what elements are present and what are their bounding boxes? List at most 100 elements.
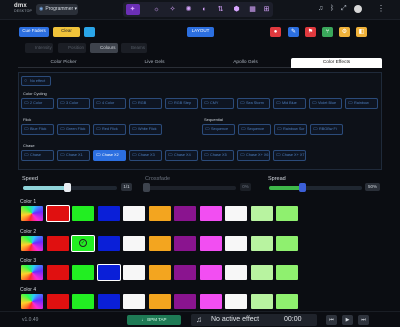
color-swatch[interactable] <box>148 294 171 309</box>
spread-knob[interactable] <box>299 183 307 192</box>
tab-colours[interactable]: Colours <box>90 43 118 53</box>
settings-square-button[interactable] <box>84 27 95 37</box>
effect-button[interactable]: ▭ 4 Color <box>93 98 126 109</box>
color-swatch[interactable] <box>174 236 196 251</box>
tab-live-gels[interactable]: Live Gels <box>109 58 200 68</box>
group-icon[interactable]: ⚑ <box>305 27 316 37</box>
color-swatch[interactable] <box>96 264 121 281</box>
tab-color-effects[interactable]: Color Effects <box>291 58 382 68</box>
effect-button[interactable]: ▭ Chase X+ X6 <box>237 150 270 161</box>
color-swatch[interactable] <box>225 265 247 280</box>
color-swatch[interactable] <box>46 265 69 280</box>
color-swatch[interactable]: ✓ <box>71 235 95 252</box>
effect-button[interactable]: ▭ Sea Storm <box>237 98 270 109</box>
effect-button[interactable]: ▭ Mid Blue <box>273 98 306 109</box>
effect-button[interactable]: ▭ Chase X5 <box>201 150 234 161</box>
color-swatch[interactable] <box>72 206 94 221</box>
tab-position[interactable]: Position <box>58 43 86 53</box>
effect-button[interactable]: ▭ RGB <box>129 98 162 109</box>
crossfade-knob[interactable] <box>143 183 150 192</box>
cue-faders-button[interactable]: Cue Faders <box>19 27 49 37</box>
music-icon[interactable]: ♫ <box>318 5 323 13</box>
more-menu-icon[interactable]: ⋮ <box>377 5 385 13</box>
dimmer-icon[interactable]: ◐ <box>201 6 208 13</box>
effect-button[interactable]: ▭ Red Flick <box>93 124 126 135</box>
effect-button[interactable]: ▭ Sequence <box>202 124 235 135</box>
effect-button[interactable]: ▭ Blue Flick <box>21 124 54 135</box>
color-swatch[interactable] <box>199 265 222 280</box>
effect-button[interactable]: ▭Rainbow Follow <box>345 98 378 109</box>
color-swatch[interactable] <box>199 294 222 309</box>
effect-button[interactable]: ▭Sequence Ba.. <box>238 124 271 135</box>
effect-button[interactable]: ▭ Chase X2 <box>93 150 126 161</box>
tab-intensity[interactable]: Intensity <box>25 43 53 53</box>
grid-icon[interactable]: ⊞ <box>263 6 270 13</box>
color-swatch[interactable] <box>250 265 273 280</box>
tree-icon[interactable]: ⑂ <box>322 27 333 37</box>
expand-icon[interactable]: ⤢ <box>341 5 347 13</box>
effect-button[interactable]: ▭ Violet Blue <box>309 98 342 109</box>
color-swatch[interactable] <box>148 236 171 251</box>
effect-button[interactable]: ▭ Chase X4 <box>165 150 198 161</box>
color-swatch[interactable] <box>276 236 298 251</box>
layout-button[interactable]: LAYOUT <box>187 27 214 37</box>
effect-button[interactable]: ▭ Green Flick <box>57 124 90 135</box>
color-swatch[interactable] <box>46 294 69 309</box>
color-swatch[interactable] <box>97 294 120 309</box>
bpm-tap-button[interactable]: ♩ BPM TAP <box>127 315 181 325</box>
effect-button[interactable]: ▭ RBGBw Fi <box>310 124 343 135</box>
color-swatch[interactable] <box>225 206 247 221</box>
color-swatch[interactable] <box>250 294 273 309</box>
next-icon[interactable]: ⏭ <box>358 315 369 325</box>
color-swatch[interactable] <box>225 294 247 309</box>
clear-button[interactable]: Clear <box>53 27 80 37</box>
effect-button[interactable]: ▭ White Flick <box>129 124 162 135</box>
tab-beams[interactable]: Beams <box>121 43 147 53</box>
spot-icon[interactable]: ✺ <box>185 6 192 13</box>
effect-button[interactable]: ▭ CMY <box>201 98 234 109</box>
color-swatch[interactable] <box>225 236 247 251</box>
color-swatch[interactable] <box>148 206 171 221</box>
tab-apollo-gels[interactable]: Apollo Gels <box>200 58 291 68</box>
color-swatch[interactable] <box>276 206 298 221</box>
effect-button[interactable]: ▭ 2 Color <box>21 98 54 109</box>
color-swatch[interactable] <box>123 236 145 251</box>
bluetooth-icon[interactable]: ᛒ <box>330 5 334 13</box>
color-swatch[interactable] <box>276 265 298 280</box>
color-swatch[interactable] <box>97 206 120 221</box>
record-icon[interactable]: ● <box>270 27 281 37</box>
color-swatch[interactable] <box>123 265 145 280</box>
effect-button[interactable]: ▭ Chase <box>21 150 54 161</box>
effect-button[interactable]: ▭ RGB Step <box>165 98 198 109</box>
keypad-icon[interactable]: ▦ <box>249 6 256 13</box>
color-swatch[interactable] <box>72 265 94 280</box>
tab-color-picker[interactable]: Color Picker <box>18 58 109 68</box>
gear-icon[interactable]: ⚙ <box>339 27 350 37</box>
color-swatch[interactable] <box>45 205 70 222</box>
effect-button[interactable]: ▭ 3 Color <box>57 98 90 109</box>
color-swatch[interactable] <box>72 294 94 309</box>
color-swatch[interactable] <box>174 206 196 221</box>
color-swatch[interactable] <box>123 294 145 309</box>
previous-icon[interactable]: ⏮ <box>326 315 337 325</box>
play-icon[interactable]: ▶ <box>342 315 353 325</box>
no-effect-button[interactable]: ○ No effect <box>21 76 51 86</box>
rainbow-swatch[interactable] <box>21 294 43 309</box>
color-swatch[interactable] <box>123 206 145 221</box>
fixture-icon[interactable]: ✧ <box>169 6 176 13</box>
color-swatch[interactable] <box>46 236 69 251</box>
avatar[interactable] <box>354 5 362 13</box>
effect-button[interactable]: ▭ Rainbow Scr <box>274 124 307 135</box>
stage-icon[interactable]: ✦ <box>129 6 136 13</box>
color-swatch[interactable] <box>97 236 120 251</box>
palette-icon[interactable]: ⬢ <box>233 6 240 13</box>
bulb-icon[interactable]: ☼ <box>153 6 160 13</box>
color-swatch[interactable] <box>199 236 222 251</box>
color-swatch[interactable] <box>174 265 196 280</box>
color-swatch[interactable] <box>250 236 273 251</box>
rainbow-swatch[interactable] <box>21 206 43 221</box>
rainbow-swatch[interactable] <box>21 265 43 280</box>
speed-knob[interactable] <box>64 183 72 192</box>
effect-button[interactable]: ▭ Chase X+ X7 <box>273 150 306 161</box>
rainbow-swatch[interactable] <box>21 236 43 251</box>
